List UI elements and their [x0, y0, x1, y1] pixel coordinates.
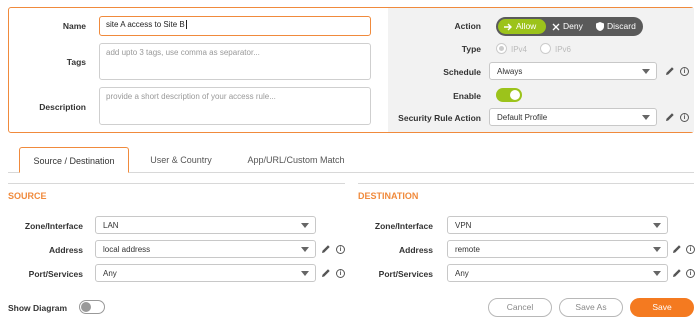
pencil-icon[interactable] [672, 268, 682, 278]
schedule-select[interactable]: Always [489, 62, 657, 80]
tab-source-destination[interactable]: Source / Destination [19, 147, 129, 173]
info-icon[interactable]: i [336, 245, 345, 254]
tab-app-url-custom-match[interactable]: App/URL/Custom Match [232, 147, 360, 173]
action-discard-label: Discard [607, 21, 636, 31]
destination-port-value: Any [455, 269, 469, 278]
info-icon[interactable]: i [336, 269, 345, 278]
chevron-down-icon [642, 69, 650, 74]
action-allow-option[interactable]: Allow [498, 19, 546, 34]
cancel-button[interactable]: Cancel [488, 298, 552, 317]
description-placeholder: provide a short description of your acce… [106, 92, 276, 101]
type-label: Type [461, 44, 481, 54]
schedule-label: Schedule [443, 67, 481, 77]
tags-label: Tags [66, 57, 86, 67]
source-zone-value: LAN [103, 221, 119, 230]
name-input[interactable]: site A access to Site B [99, 16, 371, 36]
name-input-value: site A access to Site B [106, 20, 185, 29]
rule-settings-panel: Action Allow Deny Discard Type IPv4 IPv6… [388, 8, 694, 132]
save-button[interactable]: Save [630, 298, 694, 317]
chevron-down-icon [301, 271, 309, 276]
chevron-down-icon [301, 223, 309, 228]
info-icon[interactable]: i [686, 269, 695, 278]
action-deny-option[interactable]: Deny [548, 19, 592, 34]
description-input[interactable]: provide a short description of your acce… [99, 87, 371, 125]
info-icon[interactable]: i [680, 67, 689, 76]
source-zone-label: Zone/Interface [24, 221, 83, 231]
info-icon[interactable]: i [680, 113, 689, 122]
shield-icon [596, 22, 604, 31]
destination-address-value: remote [455, 245, 480, 254]
toggle-knob [81, 302, 91, 312]
source-address-select[interactable]: local address [95, 240, 316, 258]
destination-port-select[interactable]: Any [447, 264, 668, 282]
arrow-right-icon [504, 23, 512, 31]
name-label: Name [62, 21, 86, 31]
type-ipv4-radio[interactable] [496, 43, 507, 54]
enable-toggle[interactable] [496, 88, 522, 102]
type-ipv4-label: IPv4 [511, 45, 528, 54]
tab-user-country[interactable]: User & Country [140, 147, 222, 173]
info-icon[interactable]: i [686, 245, 695, 254]
enable-label: Enable [453, 91, 481, 101]
toggle-knob [510, 90, 520, 100]
chevron-down-icon [642, 115, 650, 120]
tags-placeholder: add upto 3 tags, use comma as separator.… [106, 48, 260, 57]
tags-input[interactable]: add upto 3 tags, use comma as separator.… [99, 43, 371, 80]
save-as-button[interactable]: Save As [559, 298, 623, 317]
action-deny-label: Deny [563, 21, 583, 31]
schedule-value: Always [497, 67, 523, 76]
pencil-icon[interactable] [665, 112, 675, 122]
destination-divider [358, 183, 694, 184]
security-rule-action-value: Default Profile [497, 113, 548, 122]
source-divider [8, 183, 345, 184]
show-diagram-label: Show Diagram [8, 303, 68, 313]
destination-zone-select[interactable]: VPN [447, 216, 668, 234]
source-zone-select[interactable]: LAN [95, 216, 316, 234]
action-discard-option[interactable]: Discard [592, 19, 642, 34]
chevron-down-icon [653, 271, 661, 276]
description-label: Description [39, 102, 86, 112]
source-port-select[interactable]: Any [95, 264, 316, 282]
source-section-title: SOURCE [8, 191, 47, 201]
destination-port-label: Port/Services [378, 269, 433, 279]
destination-zone-label: Zone/Interface [374, 221, 433, 231]
security-rule-action-label: Security Rule Action [398, 113, 481, 123]
destination-address-select[interactable]: remote [447, 240, 668, 258]
action-segmented-control: Allow Deny Discard [496, 17, 643, 36]
pencil-icon[interactable] [321, 268, 331, 278]
destination-zone-value: VPN [455, 221, 472, 230]
source-address-value: local address [103, 245, 151, 254]
source-port-value: Any [103, 269, 117, 278]
show-diagram-toggle[interactable] [79, 300, 105, 314]
action-allow-label: Allow [516, 21, 537, 31]
security-rule-action-select[interactable]: Default Profile [489, 108, 657, 126]
destination-address-label: Address [398, 245, 433, 255]
chevron-down-icon [301, 247, 309, 252]
rule-general-panel: Name site A access to Site B Tags add up… [8, 7, 694, 133]
source-port-label: Port/Services [28, 269, 83, 279]
type-ipv6-radio[interactable] [540, 43, 551, 54]
x-icon [552, 23, 560, 31]
action-label: Action [454, 21, 481, 31]
chevron-down-icon [653, 247, 661, 252]
pencil-icon[interactable] [321, 244, 331, 254]
pencil-icon[interactable] [665, 66, 675, 76]
destination-section-title: DESTINATION [358, 191, 419, 201]
chevron-down-icon [653, 223, 661, 228]
type-ipv6-label: IPv6 [555, 45, 572, 54]
pencil-icon[interactable] [672, 244, 682, 254]
source-address-label: Address [48, 245, 83, 255]
